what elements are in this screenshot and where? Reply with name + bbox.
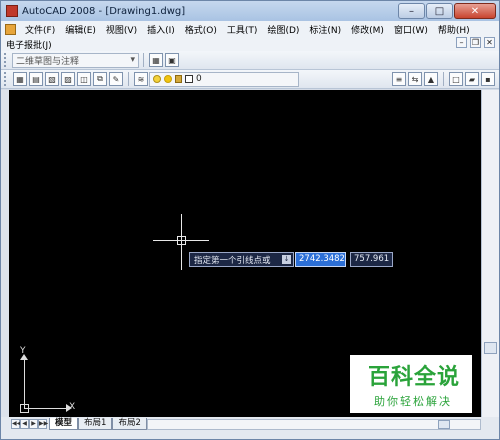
chevron-down-icon: ▾ bbox=[130, 55, 135, 65]
autocad-app-icon[interactable] bbox=[6, 5, 18, 17]
menu-file[interactable]: 文件(F) bbox=[20, 23, 60, 36]
menu-e-approval[interactable]: 电子报批(J) bbox=[1, 38, 57, 51]
menu-draw[interactable]: 绘图(D) bbox=[262, 23, 304, 36]
horizontal-scrollbar[interactable] bbox=[147, 419, 481, 430]
dynamic-input-prompt-text: 指定第一个引线点或 bbox=[194, 255, 271, 266]
lock-icon bbox=[175, 75, 182, 83]
toolbar-grip[interactable] bbox=[4, 53, 8, 67]
title-bar: AutoCAD 2008 - [Drawing1.dwg] – □ ✕ bbox=[1, 1, 499, 21]
dynamic-input-prompt[interactable]: 指定第一个引线点或 ↓ bbox=[189, 252, 294, 267]
grid-icon[interactable]: ▦ bbox=[13, 72, 27, 86]
layer-manager-icon[interactable]: ≋ bbox=[134, 72, 148, 86]
toolbar-separator bbox=[128, 72, 129, 86]
doc-minimize-button[interactable]: – bbox=[456, 37, 467, 48]
menu-dimension[interactable]: 标注(N) bbox=[304, 23, 346, 36]
tab-layout2[interactable]: 布局2 bbox=[112, 418, 147, 430]
workspace-dropdown[interactable]: 二维草图与注释 ▾ bbox=[12, 52, 139, 68]
ucs-origin-box bbox=[20, 404, 29, 413]
first-tab-button[interactable]: ◀◀ bbox=[11, 419, 21, 429]
menu-bar: 文件(F) 编辑(E) 视图(V) 插入(I) 格式(O) 工具(T) 绘图(D… bbox=[1, 21, 499, 37]
new-file-icon[interactable]: □ bbox=[449, 72, 463, 86]
workspaces-toolbar: 二维草图与注释 ▾ ▦ ▣ bbox=[1, 51, 499, 70]
vertical-scroll-thumb[interactable] bbox=[484, 342, 497, 354]
hatch-icon[interactable]: ▨ bbox=[61, 72, 75, 86]
menu-view[interactable]: 视图(V) bbox=[101, 23, 142, 36]
ucs-y-axis bbox=[24, 358, 25, 408]
color-swatch-icon bbox=[185, 75, 193, 83]
doc-close-button[interactable]: ✕ bbox=[484, 37, 495, 48]
dynamic-input-x-field[interactable]: 2742.3482 bbox=[295, 252, 346, 267]
region-icon[interactable]: ◫ bbox=[77, 72, 91, 86]
autocad-window: AutoCAD 2008 - [Drawing1.dwg] – □ ✕ 文件(F… bbox=[0, 0, 500, 440]
layer-isolate-icon[interactable]: ▲ bbox=[424, 72, 438, 86]
menu-help[interactable]: 帮助(H) bbox=[433, 23, 475, 36]
standard-toolbar-icons: ≡ ⇆ ▲ □ ▰ ▪ bbox=[391, 72, 496, 86]
layers-toolbar: ▦ ▤ ▧ ▨ ◫ ⧉ ✎ ≋ 0 ≡ ⇆ ▲ □ ▰ ▪ bbox=[1, 70, 499, 89]
crosshair-pickbox bbox=[177, 236, 186, 245]
menu-tools[interactable]: 工具(T) bbox=[222, 23, 263, 36]
sun-icon bbox=[164, 75, 172, 83]
lightbulb-icon bbox=[153, 75, 161, 83]
menu-window[interactable]: 窗口(W) bbox=[389, 23, 433, 36]
next-tab-button[interactable]: ▶ bbox=[29, 419, 38, 429]
my-workspace-icon[interactable]: ▣ bbox=[165, 53, 179, 67]
vertical-scrollbar[interactable] bbox=[481, 90, 499, 417]
layer-previous-icon[interactable]: ≡ bbox=[392, 72, 406, 86]
ucs-x-label: X bbox=[69, 402, 76, 412]
watermark-subtitle: 助你轻松解决 bbox=[374, 395, 452, 408]
toolbar-separator bbox=[443, 72, 444, 86]
watermark-title: 百科全说 bbox=[368, 365, 461, 390]
menu-format[interactable]: 格式(O) bbox=[180, 23, 222, 36]
menu-edit[interactable]: 编辑(E) bbox=[60, 23, 101, 36]
layer-dropdown[interactable]: 0 bbox=[149, 71, 299, 87]
tab-navigation: ◀◀ ◀ ▶ ▶▶ bbox=[11, 419, 48, 429]
left-panel-edge bbox=[1, 90, 9, 417]
down-arrow-icon[interactable]: ↓ bbox=[282, 255, 291, 264]
edit-icon[interactable]: ✎ bbox=[109, 72, 123, 86]
ucs-x-axis bbox=[24, 408, 68, 409]
previous-tab-button[interactable]: ◀ bbox=[20, 419, 29, 429]
copy-icon[interactable]: ⧉ bbox=[93, 72, 107, 86]
open-folder-icon[interactable]: ▰ bbox=[465, 72, 479, 86]
toolbar-separator bbox=[143, 53, 144, 67]
toolbar-grip[interactable] bbox=[4, 72, 8, 86]
block-icon[interactable]: ▧ bbox=[45, 72, 59, 86]
ucs-y-label: Y bbox=[20, 346, 26, 356]
maximize-button[interactable]: □ bbox=[426, 3, 453, 19]
watermark-logo: 百科全说 助你轻松解决 bbox=[350, 355, 472, 413]
workspace-value: 二维草图与注释 bbox=[16, 56, 80, 67]
table-icon[interactable]: ▤ bbox=[29, 72, 43, 86]
menu-bar-row-2: 电子报批(J) – ❐ ✕ bbox=[1, 37, 499, 51]
layer-name: 0 bbox=[196, 74, 202, 84]
workspace-settings-icon[interactable]: ▦ bbox=[149, 53, 163, 67]
horizontal-scroll-thumb[interactable] bbox=[438, 420, 450, 429]
window-title: AutoCAD 2008 - [Drawing1.dwg] bbox=[22, 5, 186, 17]
last-tab-button[interactable]: ▶▶ bbox=[38, 419, 48, 429]
doc-restore-button[interactable]: ❐ bbox=[470, 37, 481, 48]
tab-model[interactable]: 模型 bbox=[49, 418, 79, 430]
save-icon[interactable]: ▪ bbox=[481, 72, 495, 86]
minimize-button[interactable]: – bbox=[398, 3, 425, 19]
layer-states-icon[interactable]: ⇆ bbox=[408, 72, 422, 86]
dynamic-input-y-field[interactable]: 757.961 bbox=[350, 252, 393, 267]
menu-insert[interactable]: 插入(I) bbox=[142, 23, 180, 36]
close-button[interactable]: ✕ bbox=[454, 3, 496, 19]
menu-modify[interactable]: 修改(M) bbox=[346, 23, 389, 36]
document-icon[interactable] bbox=[5, 23, 16, 35]
ucs-icon: Y X bbox=[15, 346, 76, 413]
layout-tab-bar: ◀◀ ◀ ▶ ▶▶ 模型 布局1 布局2 bbox=[1, 417, 499, 439]
tab-layout1[interactable]: 布局1 bbox=[78, 418, 113, 430]
